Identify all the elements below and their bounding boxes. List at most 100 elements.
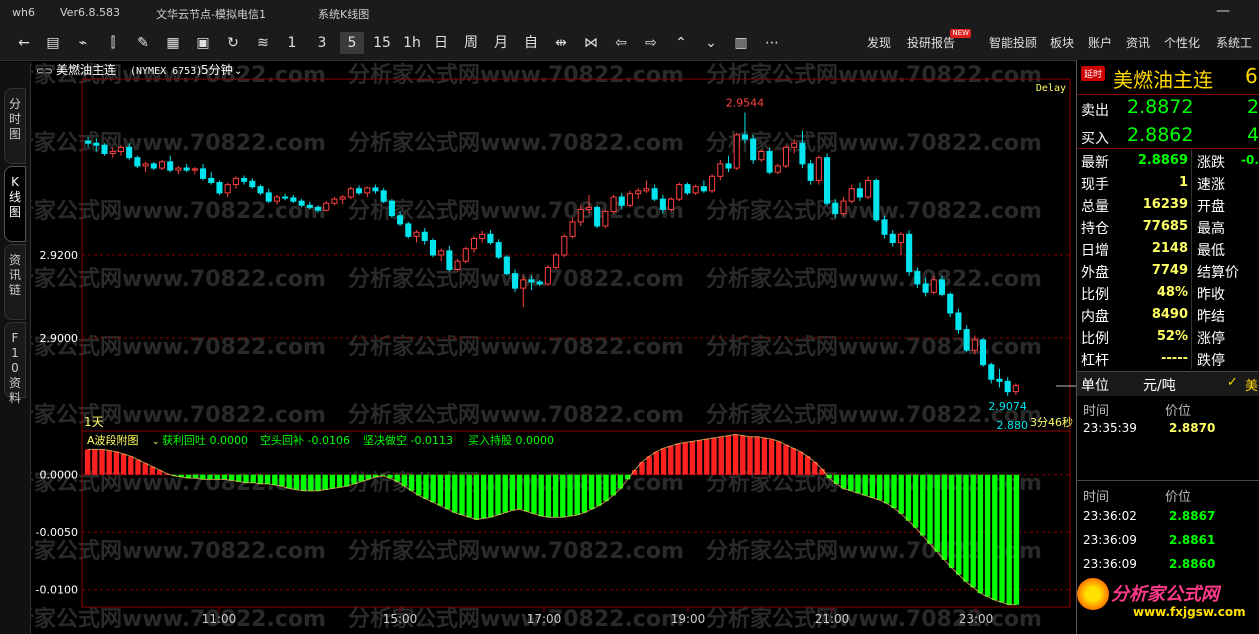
period-15[interactable]: 15 xyxy=(370,32,394,54)
candle-down xyxy=(380,190,387,202)
candle-up xyxy=(733,134,740,169)
menu-advisor[interactable]: 智能投顾 xyxy=(989,34,1037,51)
period-3[interactable]: 3 xyxy=(312,32,332,54)
candle-down xyxy=(405,223,412,237)
tab-kline[interactable]: K 线 图 xyxy=(4,166,26,242)
candle-down xyxy=(889,233,896,244)
price-tick-label: 2.9200 xyxy=(40,249,79,262)
candle-icon[interactable]: ⫿ xyxy=(102,32,124,54)
period-5[interactable]: 5 xyxy=(340,32,364,54)
period-week[interactable]: 周 xyxy=(460,32,482,54)
save-icon[interactable]: ▣ xyxy=(192,32,214,54)
candle-up xyxy=(635,190,642,195)
countdown-label: 3分46秒 xyxy=(1030,415,1073,429)
arrow-left-icon[interactable]: ⇦ xyxy=(610,32,632,54)
indicator-value-strong-short: 坚决做空 -0.0113 xyxy=(363,433,453,447)
refresh-icon[interactable]: ↻ xyxy=(222,32,244,54)
menu-account[interactable]: 账户 xyxy=(1088,34,1112,51)
quote-row-label: 日增 xyxy=(1081,243,1109,259)
candle-up xyxy=(782,146,790,167)
candle-down xyxy=(618,196,625,206)
candle-down xyxy=(257,186,264,194)
tab-kline-label: K 线 图 xyxy=(8,175,21,219)
arrow-down-icon[interactable]: ⌄ xyxy=(700,32,722,54)
indicator-tick-label: 0.0000 xyxy=(40,469,79,482)
indicator-name[interactable]: A波段附图 xyxy=(87,433,139,447)
indicator-signal-line xyxy=(87,433,1017,606)
watermark-text: 分析家公式网www.70822.com xyxy=(30,606,326,632)
quote-row-label: 总量 xyxy=(1081,199,1109,215)
candle-up xyxy=(553,254,560,268)
indicator-chevron-icon[interactable]: ⌄ xyxy=(152,437,160,447)
more-icon[interactable]: ⋯ xyxy=(760,32,784,54)
candle-down xyxy=(881,219,888,235)
time-tick-label: 17:00 xyxy=(527,612,562,626)
period-1[interactable]: 1 xyxy=(282,32,302,54)
arrow-right-icon[interactable]: ⇨ xyxy=(640,32,662,54)
quote-row-label: 内盘 xyxy=(1081,309,1109,325)
time-tick-label: 19:00 xyxy=(671,612,706,626)
back-icon[interactable]: ← xyxy=(14,32,34,54)
unit-option-icon[interactable]: 美 xyxy=(1245,375,1258,394)
unit-label: 单位 xyxy=(1081,378,1109,394)
quote-row-label: 外盘 xyxy=(1081,265,1109,281)
watermark-text: 分析家公式网www.70822.com xyxy=(348,402,684,428)
menu-sector[interactable]: 板块 xyxy=(1050,34,1074,51)
list-icon[interactable]: ▤ xyxy=(42,32,64,54)
window-title: 文华云节点-模拟电信1 xyxy=(156,8,266,21)
quote-row-right-label: 最低 xyxy=(1197,243,1225,259)
arrow-up-icon[interactable]: ⌃ xyxy=(670,32,692,54)
indicator-icon[interactable]: ≋ xyxy=(252,32,274,54)
menu-news[interactable]: 资讯 xyxy=(1126,34,1150,51)
candle-down xyxy=(372,187,379,192)
indicator-tick-label: -0.0100 xyxy=(36,584,78,597)
candle-up xyxy=(643,188,650,192)
period-day[interactable]: 日 xyxy=(430,32,452,54)
menu-research-label: 投研报告 xyxy=(907,36,956,50)
tab-news-chain[interactable]: 资 讯 链 xyxy=(4,244,26,320)
minimize-icon[interactable]: — xyxy=(1216,3,1230,19)
quote-row-right-label: 涨跌 xyxy=(1197,155,1225,171)
candle-up xyxy=(717,163,724,177)
tab-intraday[interactable]: 分 时 图 xyxy=(4,88,26,164)
kline-chart[interactable]: 分析家公式网www.70822.com 分析家公式网www.70822.com 分析… xyxy=(30,60,1076,634)
menu-system[interactable]: 系统工 xyxy=(1216,34,1252,51)
menu-discover[interactable]: 发现 xyxy=(867,34,891,51)
period-1h[interactable]: 1h xyxy=(400,32,424,54)
quote-row-label: 杠杆 xyxy=(1081,353,1109,369)
candle-down xyxy=(200,168,207,179)
candle-down xyxy=(536,281,543,285)
menu-personalize[interactable]: 个性化 xyxy=(1164,34,1200,51)
grid-icon[interactable]: ▦ xyxy=(162,32,184,54)
line-chart-icon[interactable]: ⌁ xyxy=(72,32,94,54)
layout-icon[interactable]: ▥ xyxy=(730,32,752,54)
draw-icon[interactable]: ✎ xyxy=(132,32,154,54)
period-month[interactable]: 月 xyxy=(490,32,512,54)
candle-up xyxy=(709,175,716,192)
buy-volume: 4 xyxy=(1247,124,1259,146)
menu-research[interactable]: 投研报告 NEW xyxy=(907,29,972,51)
candle-down xyxy=(824,157,831,204)
interval-select[interactable]: 5分钟 xyxy=(201,62,233,77)
tick2-row1-time: 23:36:02 xyxy=(1083,509,1137,523)
watermark-layer: 分析家公式网www.70822.com 分析家公式网www.70822.com 分析… xyxy=(30,62,1042,632)
logo-url: www.fxjgsw.com xyxy=(1133,605,1246,619)
tab-f10[interactable]: F 1 0 资 料 xyxy=(4,322,26,405)
period-custom[interactable]: 自 xyxy=(520,32,542,54)
candle-down xyxy=(684,184,691,194)
candle-down xyxy=(101,144,108,155)
candle-up xyxy=(462,248,469,262)
candle-up xyxy=(520,279,527,289)
quote-row-value: 2.8869 xyxy=(1137,153,1188,168)
candle-down xyxy=(914,271,921,285)
ticks1-price-header: 价位 xyxy=(1165,404,1192,419)
candle-up xyxy=(774,165,781,173)
zoom-out-icon[interactable]: ⋈ xyxy=(580,32,602,54)
check-icon: ✓ xyxy=(1227,375,1238,390)
tick2-row1-price: 2.8867 xyxy=(1169,509,1216,523)
zoom-in-icon[interactable]: ⇹ xyxy=(550,32,572,54)
candle-down xyxy=(314,206,322,211)
candle-up xyxy=(602,211,609,227)
chevron-down-icon[interactable]: ⌄ xyxy=(234,66,242,77)
quote-row-right-label: 昨结 xyxy=(1197,309,1225,325)
